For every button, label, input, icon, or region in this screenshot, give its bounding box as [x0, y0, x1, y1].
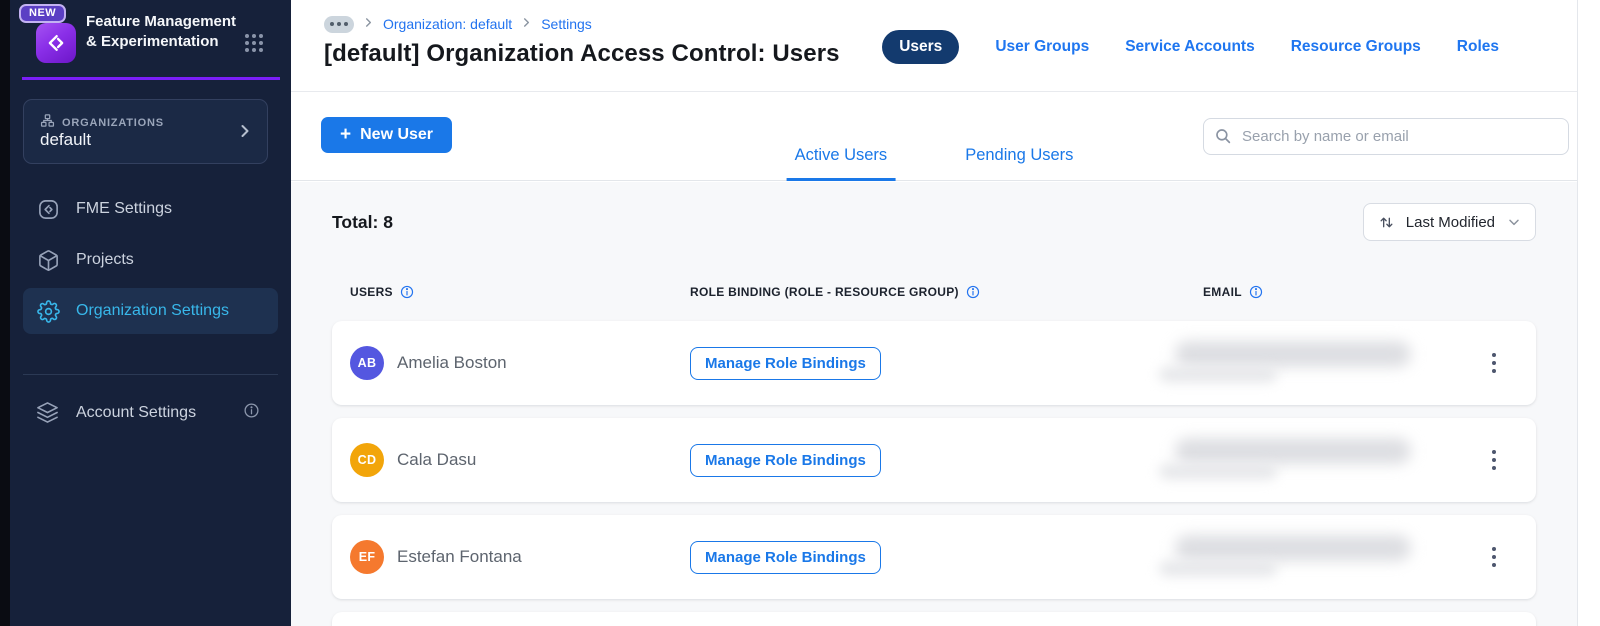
- info-icon[interactable]: [1249, 285, 1263, 299]
- tab-active-users[interactable]: Active Users: [786, 146, 896, 181]
- breadcrumb-link-organization[interactable]: Organization: default: [383, 16, 512, 32]
- info-icon[interactable]: [400, 285, 414, 299]
- search-input[interactable]: [1203, 118, 1569, 155]
- organization-selector[interactable]: ORGANIZATIONS default: [23, 99, 268, 164]
- email-redacted: [1159, 333, 1482, 393]
- sidebar-item-projects[interactable]: Projects: [23, 237, 278, 283]
- gear-icon: [36, 299, 60, 323]
- chevron-down-icon: [1509, 219, 1519, 226]
- info-icon[interactable]: [243, 402, 260, 424]
- app-switcher-grid-icon[interactable]: [243, 32, 265, 59]
- org-selector-label: ORGANIZATIONS: [62, 117, 164, 129]
- column-header-role-binding: ROLE BINDING (ROLE - RESOURCE GROUP): [690, 285, 1203, 299]
- new-user-button[interactable]: + New User: [321, 117, 453, 153]
- cube-icon: [36, 248, 60, 272]
- column-header-users: USERS: [350, 285, 690, 299]
- page-header: Organization: default Settings [default]…: [291, 0, 1577, 92]
- info-icon[interactable]: [966, 285, 980, 299]
- tab-pending-users[interactable]: Pending Users: [957, 146, 1081, 181]
- sidebar-item-fme-settings[interactable]: FME Settings: [23, 186, 278, 232]
- access-control-nav: Users User Groups Service Accounts Resou…: [882, 30, 1499, 64]
- avatar: EF: [350, 540, 384, 574]
- row-menu-kebab-icon[interactable]: [1482, 540, 1506, 574]
- sidebar-item-label: Projects: [76, 251, 134, 268]
- table-row: AB Amelia Boston Manage Role Bindings: [332, 321, 1536, 405]
- table-row: [332, 612, 1536, 626]
- row-menu-kebab-icon[interactable]: [1482, 346, 1506, 380]
- search-box: [1203, 118, 1569, 155]
- user-list-panel: Total: 8 Last Modified USERS ROLE BINDIN…: [291, 182, 1577, 626]
- sidebar-divider: [23, 374, 278, 375]
- user-name: Cala Dasu: [397, 450, 477, 469]
- main-content: Organization: default Settings [default]…: [291, 0, 1578, 626]
- manage-role-bindings-button[interactable]: Manage Role Bindings: [690, 443, 881, 477]
- fme-outline-icon: [36, 197, 60, 221]
- background-window-edge: [0, 0, 10, 626]
- user-name: Estefan Fontana: [397, 547, 522, 566]
- tab-user-groups[interactable]: User Groups: [995, 38, 1089, 56]
- tab-resource-groups[interactable]: Resource Groups: [1291, 38, 1421, 56]
- email-redacted: [1159, 430, 1482, 490]
- row-menu-kebab-icon[interactable]: [1482, 443, 1506, 477]
- manage-role-bindings-button[interactable]: Manage Role Bindings: [690, 346, 881, 380]
- user-name: Amelia Boston: [397, 353, 507, 372]
- plus-icon: +: [340, 124, 352, 145]
- sort-dropdown[interactable]: Last Modified: [1362, 203, 1536, 241]
- toolbar: + New User Active Users Pending Users: [291, 92, 1577, 181]
- sort-dropdown-label: Last Modified: [1405, 213, 1495, 231]
- sidebar: NEW Feature Management & Experimentation: [10, 0, 291, 626]
- sidebar-item-label: FME Settings: [76, 200, 173, 217]
- product-title: Feature Management & Experimentation: [86, 13, 237, 50]
- avatar: AB: [350, 346, 384, 380]
- user-list-tabs: Active Users Pending Users: [786, 146, 1082, 181]
- table-header-row: USERS ROLE BINDING (ROLE - RESOURCE GROU…: [332, 285, 1536, 299]
- sidebar-item-organization-settings[interactable]: Organization Settings: [23, 288, 278, 334]
- column-header-email: EMAIL: [1203, 285, 1482, 299]
- sort-arrows-icon: [1380, 217, 1393, 227]
- breadcrumb-ellipsis-button[interactable]: [324, 15, 354, 33]
- breadcrumb-link-settings[interactable]: Settings: [541, 16, 592, 32]
- chevron-right-icon: [521, 15, 532, 33]
- layers-icon: [36, 401, 60, 425]
- org-selector-value: default: [40, 130, 92, 149]
- tab-service-accounts[interactable]: Service Accounts: [1125, 38, 1255, 56]
- total-count: Total: 8: [332, 211, 393, 232]
- search-icon: [1216, 129, 1231, 144]
- sidebar-item-account-settings[interactable]: Account Settings: [23, 390, 278, 436]
- fme-logo-icon: [36, 23, 76, 63]
- sidebar-item-label: Organization Settings: [76, 302, 229, 319]
- chevron-right-icon: [363, 15, 374, 33]
- tab-roles[interactable]: Roles: [1457, 38, 1499, 56]
- sidebar-accent-rule: [22, 77, 280, 80]
- avatar: CD: [350, 443, 384, 477]
- email-redacted: [1159, 527, 1482, 587]
- table-row: CD Cala Dasu Manage Role Bindings: [332, 418, 1536, 502]
- table-row: EF Estefan Fontana Manage Role Bindings: [332, 515, 1536, 599]
- new-badge: NEW: [19, 4, 67, 23]
- sidebar-item-label: Account Settings: [76, 404, 197, 421]
- chevron-right-icon: [235, 121, 255, 146]
- new-user-button-label: New User: [360, 126, 434, 143]
- manage-role-bindings-button[interactable]: Manage Role Bindings: [690, 540, 881, 574]
- tab-users[interactable]: Users: [882, 30, 960, 64]
